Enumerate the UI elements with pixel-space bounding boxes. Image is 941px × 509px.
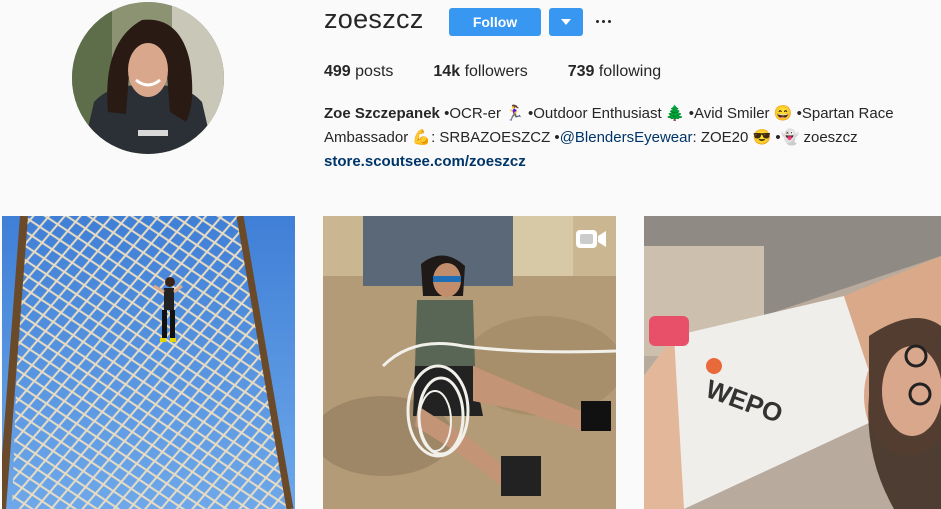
- tree-emoji: 🌲: [665, 105, 685, 122]
- chevron-down-icon: [561, 19, 571, 25]
- profile-bio: Zoe Szczepanek •OCR-er 🏃‍♀️ •Outdoor Ent…: [324, 102, 924, 174]
- following-stat[interactable]: 739 following: [568, 63, 661, 81]
- followers-label: followers: [464, 63, 528, 80]
- muscle-emoji: 💪: [412, 129, 432, 146]
- bio-text: •Avid Smiler: [688, 105, 770, 122]
- follow-button[interactable]: Follow: [449, 8, 541, 36]
- posts-label: posts: [355, 63, 394, 80]
- ghost-emoji: 👻: [780, 129, 800, 146]
- website-link[interactable]: store.scoutsee.com/zoeszcz: [324, 153, 526, 170]
- post-thumbnail[interactable]: [323, 216, 616, 509]
- bio-text: Ambassador: [324, 129, 409, 146]
- followers-stat[interactable]: 14k followers: [433, 63, 527, 81]
- bio-text: •OCR-er: [444, 105, 501, 122]
- more-horizontal-icon: [595, 19, 611, 23]
- mention-link[interactable]: @BlendersEyewear: [560, 129, 693, 146]
- bio-text: •Spartan Race: [796, 105, 894, 122]
- sunglasses-emoji: 😎: [752, 129, 772, 146]
- post-grid: WEPO: [0, 216, 941, 509]
- followers-count: 14k: [433, 63, 461, 80]
- smile-emoji: 😄: [773, 105, 793, 122]
- profile-avatar[interactable]: [72, 2, 224, 154]
- bio-text: : ZOE20: [692, 129, 749, 146]
- more-options-button[interactable]: [592, 10, 614, 32]
- following-label: following: [598, 63, 662, 80]
- posts-count: 499: [324, 63, 351, 80]
- suggested-dropdown-button[interactable]: [549, 8, 583, 36]
- following-count: 739: [567, 63, 595, 80]
- profile-username: zoeszcz: [324, 4, 424, 34]
- post-thumbnail[interactable]: WEPO: [644, 216, 941, 509]
- bio-text: •Outdoor Enthusiast: [528, 105, 662, 122]
- bio-text: : SRBAZOESZCZ •: [431, 129, 560, 146]
- profile-stats: 499 posts 14k followers 739 following: [324, 63, 701, 81]
- full-name: Zoe Szczepanek: [324, 105, 440, 122]
- bio-text: zoeszcz: [803, 129, 858, 146]
- runner-emoji: 🏃‍♀️: [505, 105, 524, 122]
- post-thumbnail[interactable]: [2, 216, 295, 509]
- video-camera-icon: [575, 227, 607, 251]
- posts-stat: 499 posts: [324, 63, 393, 81]
